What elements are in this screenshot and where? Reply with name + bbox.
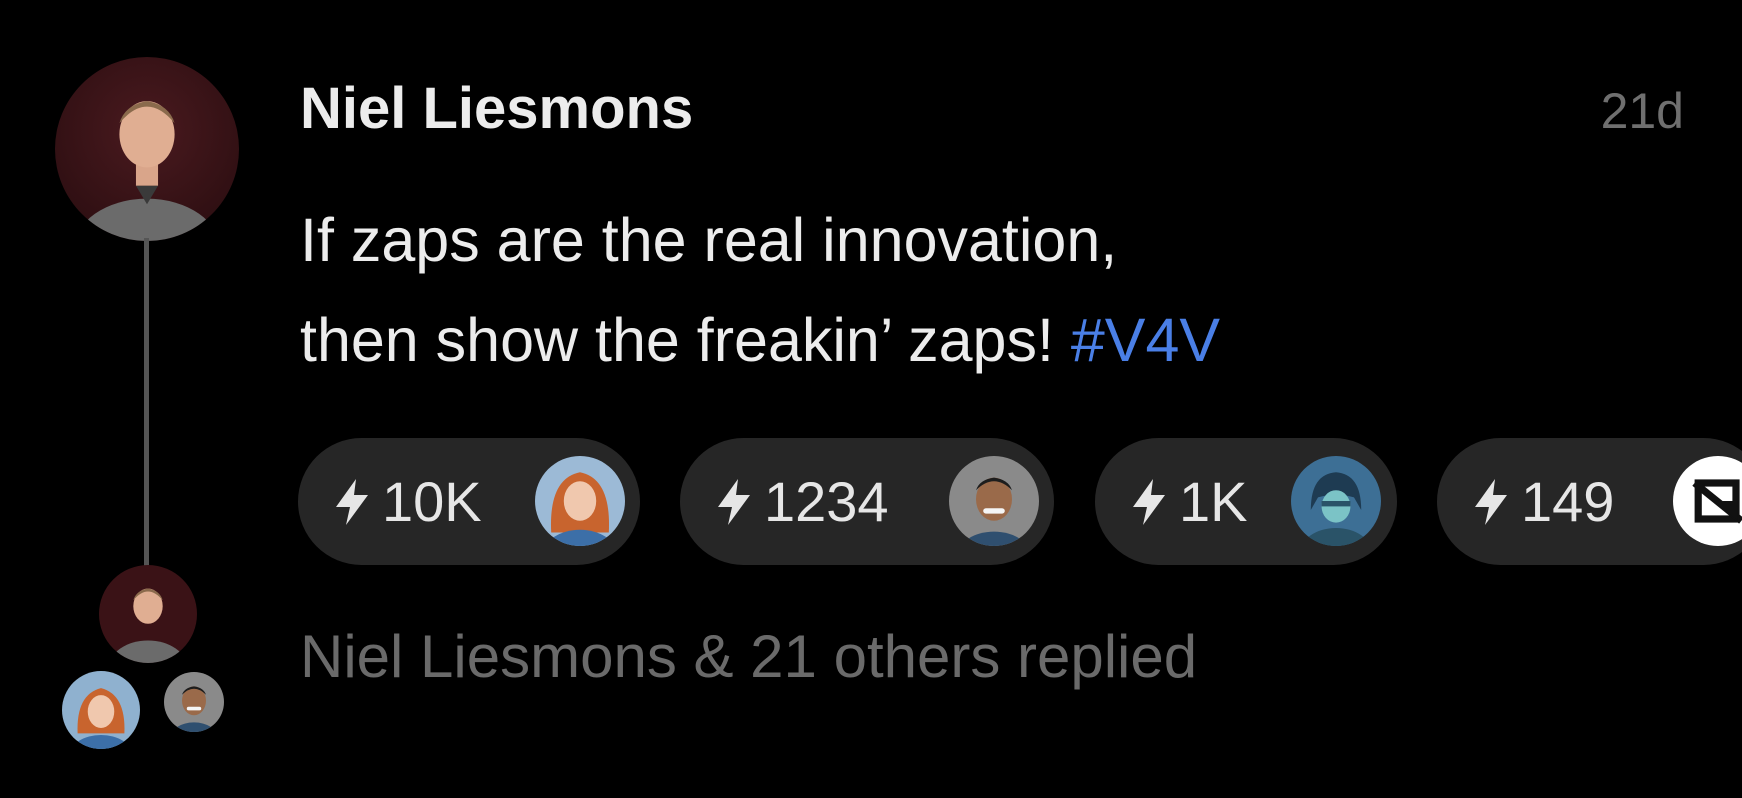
hashtag-link[interactable]: #V4V xyxy=(1071,306,1220,374)
zap-amount: 1234 xyxy=(764,470,889,533)
post-timestamp[interactable]: 21d xyxy=(1601,82,1684,140)
reply-avatar[interactable] xyxy=(62,671,140,749)
lightning-bolt-icon xyxy=(714,477,754,527)
zap-pill[interactable]: 10K xyxy=(298,438,640,565)
zapper-logo-avatar xyxy=(1673,456,1742,546)
author-avatar[interactable] xyxy=(55,57,239,241)
note-post[interactable]: Niel Liesmons 21d If zaps are the real i… xyxy=(0,0,1742,798)
zap-amount: 10K xyxy=(382,470,482,533)
zaps-row: 10K 1234 1K 149 xyxy=(298,438,1742,565)
lightning-bolt-icon xyxy=(332,477,372,527)
reply-avatar[interactable] xyxy=(99,565,197,663)
post-body: If zaps are the real innovation, then sh… xyxy=(300,190,1600,390)
zapper-avatar xyxy=(1291,456,1381,546)
replies-summary[interactable]: Niel Liesmons & 21 others replied xyxy=(300,622,1197,691)
post-body-line: If zaps are the real innovation, xyxy=(300,206,1118,274)
zapper-avatar xyxy=(949,456,1039,546)
zap-pill[interactable]: 1K xyxy=(1095,438,1397,565)
lightning-bolt-icon xyxy=(1471,477,1511,527)
post-body-text: then show the freakin’ zaps! xyxy=(300,306,1071,374)
thread-line xyxy=(144,238,149,568)
zap-pill[interactable]: 149 xyxy=(1437,438,1742,565)
zap-amount: 149 xyxy=(1521,470,1615,533)
reply-avatar[interactable] xyxy=(164,672,224,732)
zap-pill[interactable]: 1234 xyxy=(680,438,1054,565)
zapper-avatar xyxy=(535,456,625,546)
author-name[interactable]: Niel Liesmons xyxy=(300,75,693,142)
zap-amount: 1K xyxy=(1179,470,1248,533)
post-body-line: then show the freakin’ zaps! #V4V xyxy=(300,290,1600,390)
lightning-bolt-icon xyxy=(1129,477,1169,527)
